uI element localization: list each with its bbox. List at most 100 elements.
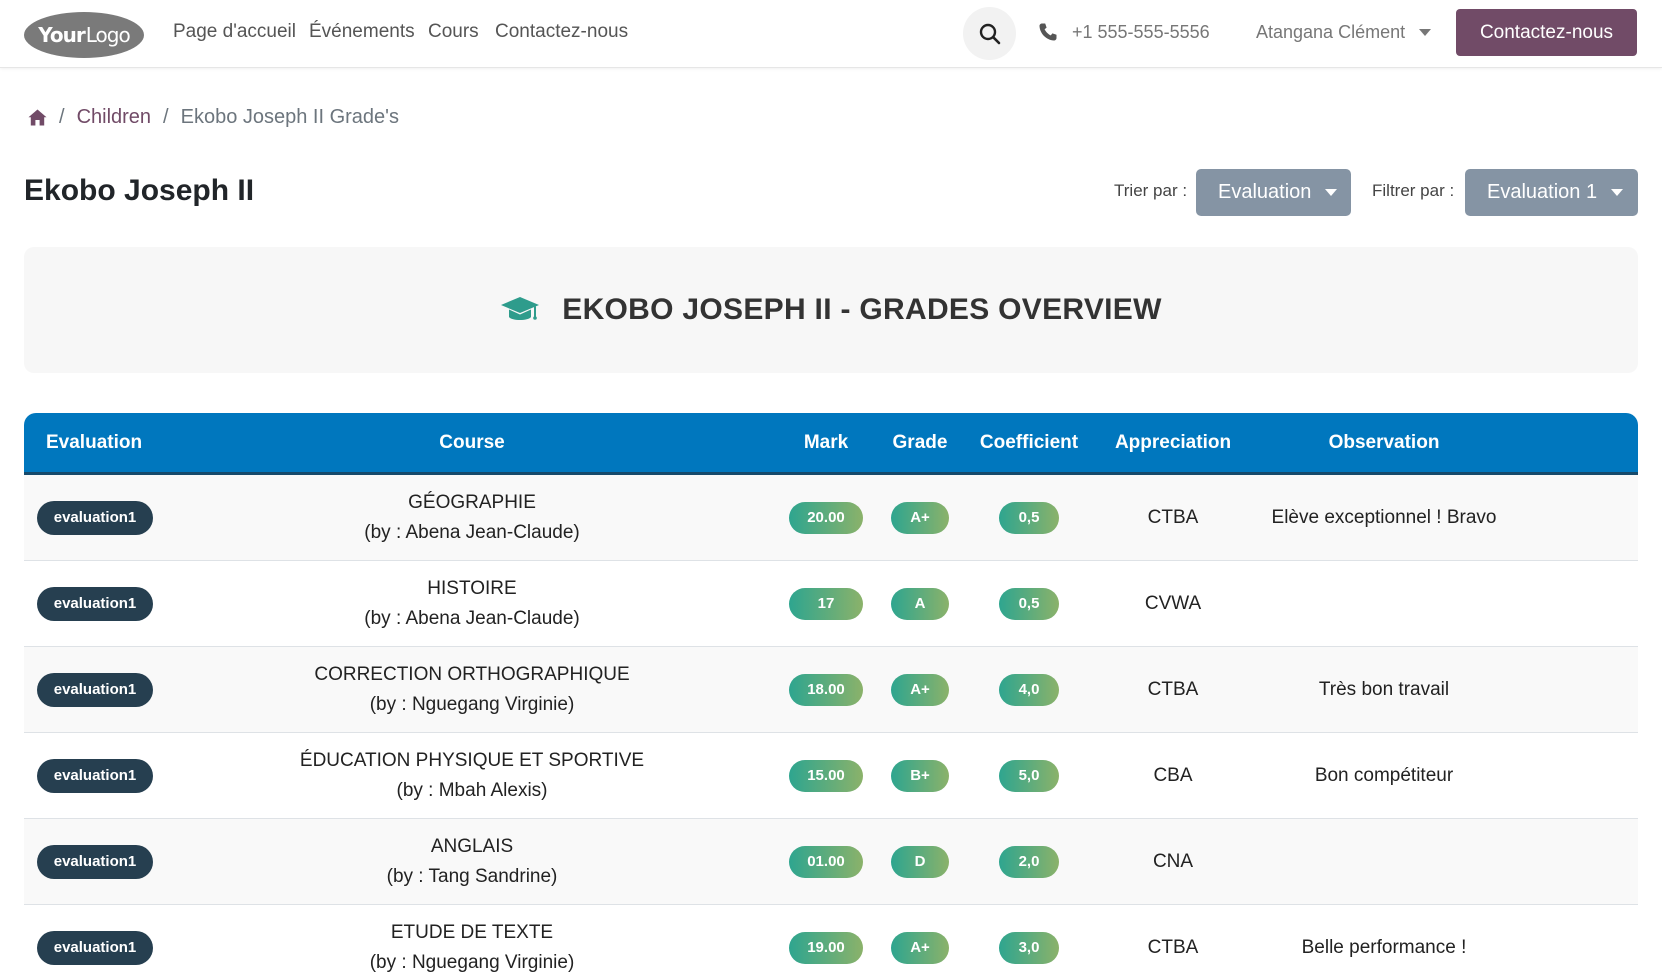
coefficient-badge: 2,0 [999, 845, 1059, 878]
filter-value: Evaluation 1 [1487, 181, 1598, 203]
evaluation-cell: evaluation1 [24, 930, 166, 965]
course-teacher: (by : Abena Jean-Claude) [364, 521, 580, 543]
course-cell: GÉOGRAPHIE (by : Abena Jean-Claude) [166, 488, 778, 548]
grades-overview-card: EKOBO JOSEPH II - GRADES OVERVIEW [24, 247, 1638, 373]
mark-badge: 18.00 [789, 673, 863, 706]
search-button[interactable] [963, 7, 1016, 60]
grade-cell: A+ [874, 931, 966, 964]
header-course: Course [439, 431, 505, 453]
course-cell: HISTOIRE (by : Abena Jean-Claude) [166, 574, 778, 634]
course-name: GÉOGRAPHIE [408, 491, 536, 513]
filter-dropdown[interactable]: Evaluation 1 [1465, 169, 1638, 216]
coefficient-cell: 4,0 [966, 673, 1092, 706]
breadcrumb-children[interactable]: Children [77, 106, 151, 129]
evaluation-badge: evaluation1 [37, 758, 153, 793]
search-icon [979, 23, 1000, 44]
course-cell: ETUDE DE TEXTE (by : Nguegang Virginie) [166, 918, 778, 976]
table-row: evaluation1 HISTOIRE (by : Abena Jean-Clau… [24, 561, 1638, 647]
graduation-cap-icon [501, 297, 540, 320]
course-name: ÉDUCATION PHYSIQUE ET SPORTIVE [299, 749, 645, 771]
course-name: ANGLAIS [430, 835, 514, 857]
mark-badge: 15.00 [789, 759, 863, 792]
evaluation-badge: evaluation1 [37, 930, 153, 965]
phone-icon [1039, 23, 1057, 41]
course-name: HISTOIRE [427, 577, 517, 599]
coefficient-badge: 5,0 [999, 759, 1059, 792]
mark-cell: 18.00 [778, 673, 874, 706]
nav-home[interactable]: Page d'accueil [173, 21, 296, 43]
table-header: Evaluation Course Mark Grade Coefficient… [24, 413, 1638, 475]
evaluation-cell: evaluation1 [24, 500, 166, 535]
evaluation-cell: evaluation1 [24, 672, 166, 707]
phone-number[interactable]: +1 555-555-5556 [1072, 22, 1210, 43]
course-teacher: (by : Nguegang Virginie) [369, 951, 575, 973]
appreciation-cell: CVWA [1144, 592, 1202, 614]
grade-cell: B+ [874, 759, 966, 792]
course-cell: CORRECTION ORTHOGRAPHIQUE (by : Nguegang … [166, 660, 778, 720]
chevron-down-icon [1325, 189, 1338, 196]
table-row: evaluation1 ÉDUCATION PHYSIQUE ET SPORTIV… [24, 733, 1638, 819]
sort-label: Trier par : [1114, 181, 1188, 200]
header-evaluation: Evaluation [46, 431, 143, 453]
grade-badge: A+ [891, 673, 949, 706]
header-mark: Mark [803, 431, 849, 453]
appreciation-cell: CTBA [1147, 678, 1199, 700]
header-observation: Observation [1328, 431, 1440, 453]
evaluation-cell: evaluation1 [24, 844, 166, 879]
mark-badge: 19.00 [789, 931, 863, 964]
coefficient-cell: 0,5 [966, 587, 1092, 620]
logo-light-text: Logo [85, 23, 131, 47]
table-row: evaluation1 CORRECTION ORTHOGRAPHIQUE (by … [24, 647, 1638, 733]
observation-cell: Bon compétiteur [1314, 764, 1454, 786]
chevron-down-icon [1419, 29, 1432, 36]
sort-dropdown[interactable]: Evaluation [1196, 169, 1351, 216]
top-navbar: Your Logo Page d'accueil Événements Cours… [0, 0, 1662, 68]
coefficient-badge: 0,5 [999, 587, 1059, 620]
course-name: CORRECTION ORTHOGRAPHIQUE [314, 663, 630, 685]
grade-cell: A+ [874, 501, 966, 534]
logo-bold-text: Your [38, 23, 85, 47]
evaluation-badge: evaluation1 [37, 672, 153, 707]
page-title: Ekobo Joseph II [24, 174, 255, 207]
header-grade: Grade [892, 431, 948, 453]
breadcrumb-separator: / [59, 106, 65, 128]
table-row: evaluation1 ETUDE DE TEXTE (by : Nguegang … [24, 905, 1638, 976]
course-teacher: (by : Mbah Alexis) [396, 779, 548, 801]
nav-contact[interactable]: Contactez-nous [495, 21, 628, 43]
mark-cell: 17 [778, 587, 874, 620]
table-row: evaluation1 GÉOGRAPHIE (by : Abena Jean-Cl… [24, 475, 1638, 561]
evaluation-badge: evaluation1 [37, 500, 153, 535]
course-teacher: (by : Abena Jean-Claude) [364, 607, 580, 629]
grade-badge: B+ [891, 759, 949, 792]
sort-value: Evaluation [1218, 181, 1312, 203]
nav-courses[interactable]: Cours [428, 21, 479, 43]
grades-table: Evaluation Course Mark Grade Coefficient… [24, 413, 1638, 976]
header-appreciation: Appreciation [1114, 431, 1232, 453]
observation-cell: Elève exceptionnel ! Bravo [1271, 506, 1497, 528]
course-teacher: (by : Tang Sandrine) [386, 865, 558, 887]
breadcrumb-current: Ekobo Joseph II Grade's [180, 106, 399, 128]
overview-title: EKOBO JOSEPH II - GRADES OVERVIEW [562, 293, 1162, 326]
grade-badge: A+ [891, 501, 949, 534]
nav-events[interactable]: Événements [309, 21, 415, 43]
grade-badge: A+ [891, 931, 949, 964]
contact-us-button[interactable]: Contactez-nous [1456, 9, 1637, 56]
home-icon[interactable] [28, 109, 47, 126]
user-menu[interactable]: Atangana Clément [1256, 22, 1432, 43]
table-body: evaluation1 GÉOGRAPHIE (by : Abena Jean-Cl… [24, 475, 1638, 976]
grade-badge: D [891, 845, 949, 878]
mark-badge: 20.00 [789, 501, 863, 534]
coefficient-cell: 0,5 [966, 501, 1092, 534]
mark-cell: 01.00 [778, 845, 874, 878]
appreciation-cell: CNA [1152, 850, 1194, 872]
mark-cell: 19.00 [778, 931, 874, 964]
chevron-down-icon [1611, 189, 1624, 196]
company-logo[interactable]: Your Logo [24, 12, 144, 58]
mark-badge: 17 [789, 587, 863, 620]
grade-cell: A [874, 587, 966, 620]
grade-badge: A [891, 587, 949, 620]
breadcrumb-separator: / [163, 106, 169, 128]
observation-cell: Belle performance ! [1301, 936, 1467, 958]
grade-cell: D [874, 845, 966, 878]
coefficient-cell: 2,0 [966, 845, 1092, 878]
